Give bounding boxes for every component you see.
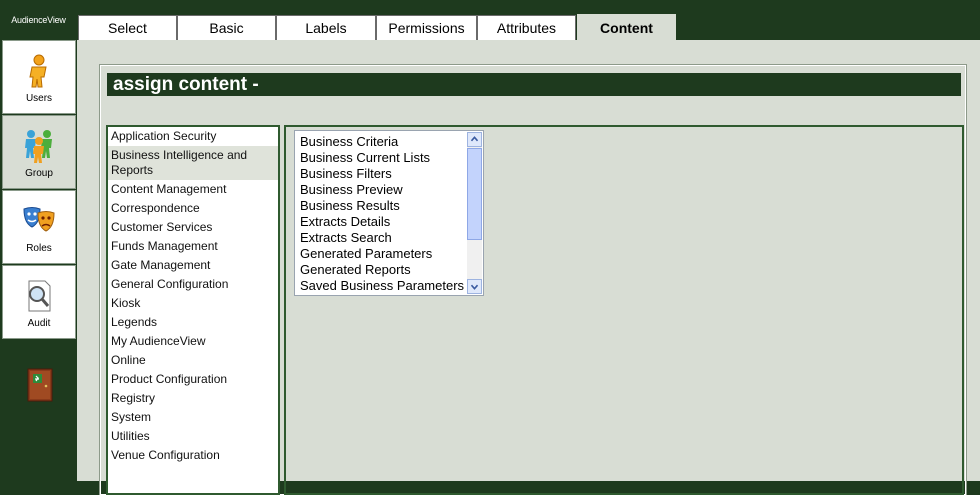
content-option[interactable]: Generated Reports <box>300 262 411 277</box>
list-item[interactable]: Correspondence <box>108 199 278 218</box>
content-option[interactable]: Saved Business Parameters <box>300 278 464 293</box>
tab-attributes[interactable]: Attributes <box>477 15 576 40</box>
content-option[interactable]: Generated Parameters <box>300 246 432 261</box>
sidebar-item-roles[interactable]: Roles <box>2 190 76 264</box>
list-item[interactable]: Customer Services <box>108 218 278 237</box>
list-item[interactable]: Content Management <box>108 180 278 199</box>
list-item[interactable]: Kiosk <box>108 294 278 313</box>
tab-bar: Select Basic Labels Permissions Attribut… <box>77 14 980 40</box>
content-option[interactable]: Business Criteria <box>300 134 398 149</box>
content-option[interactable]: Extracts Search <box>300 230 392 245</box>
list-item-selected[interactable]: Business Intelligence and Reports <box>108 146 278 180</box>
content-listbox[interactable]: Business Criteria Business Current Lists… <box>294 130 484 296</box>
sidebar-item-group[interactable]: Group <box>2 115 76 189</box>
sidebar-item-label: Roles <box>26 243 52 254</box>
list-item[interactable]: My AudienceView <box>108 332 278 351</box>
list-item[interactable]: Product Configuration <box>108 370 278 389</box>
content-option[interactable]: Extracts Details <box>300 214 390 229</box>
content-option[interactable]: Business Filters <box>300 166 392 181</box>
category-list[interactable]: Application Security Business Intelligen… <box>106 125 280 495</box>
scroll-down-icon[interactable] <box>467 279 482 294</box>
exit-door-icon[interactable] <box>27 368 53 402</box>
magnifier-document-icon <box>28 280 51 312</box>
list-item[interactable]: Funds Management <box>108 237 278 256</box>
sidebar-item-label: Group <box>25 168 53 179</box>
scroll-up-icon[interactable] <box>467 132 482 147</box>
brand-label: AudienceView <box>11 15 66 25</box>
content-option[interactable]: Business Results <box>300 198 400 213</box>
sidebar-item-label: Audit <box>27 318 51 329</box>
sidebar-item-users[interactable]: Users <box>2 40 76 114</box>
sidebar: AudienceView Users Group Roles Audit <box>0 0 77 481</box>
sidebar-item-label: Users <box>25 93 53 104</box>
tab-select[interactable]: Select <box>78 15 177 40</box>
list-item[interactable]: Application Security <box>108 127 278 146</box>
tab-permissions[interactable]: Permissions <box>376 15 477 40</box>
list-item[interactable]: Utilities <box>108 427 278 446</box>
list-item[interactable]: Gate Management <box>108 256 278 275</box>
scrollbar-thumb[interactable] <box>467 148 482 240</box>
content-option[interactable]: Business Current Lists <box>300 150 430 165</box>
tab-content[interactable]: Content <box>577 14 676 40</box>
list-item[interactable]: Registry <box>108 389 278 408</box>
tab-labels[interactable]: Labels <box>276 15 376 40</box>
list-item[interactable]: System <box>108 408 278 427</box>
sidebar-item-audit[interactable]: Audit <box>2 265 76 339</box>
user-icon <box>29 54 47 88</box>
content-option[interactable]: Business Preview <box>300 182 403 197</box>
section-title: assign content - <box>107 73 961 96</box>
list-item[interactable]: General Configuration <box>108 275 278 294</box>
list-item[interactable]: Legends <box>108 313 278 332</box>
group-icon <box>25 130 52 163</box>
listbox-scrollbar[interactable] <box>467 132 482 294</box>
main-panel: assign content - Application Security Bu… <box>77 40 980 495</box>
list-item[interactable]: Venue Configuration <box>108 446 278 465</box>
tab-basic[interactable]: Basic <box>177 15 276 40</box>
theater-masks-icon <box>23 207 55 232</box>
list-item[interactable]: Online <box>108 351 278 370</box>
